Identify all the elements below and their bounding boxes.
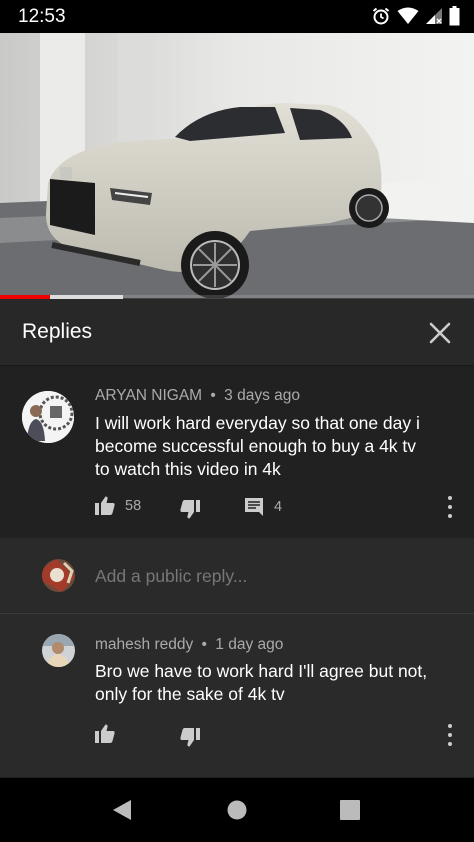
thumbs-down-icon (180, 500, 200, 519)
reply-author[interactable]: mahesh reddy (95, 636, 193, 653)
video-thumbnail (0, 33, 474, 298)
status-icons (371, 5, 460, 27)
back-icon (113, 800, 131, 820)
comment-time[interactable]: 3 days ago (224, 387, 300, 404)
comment-icon (245, 498, 263, 516)
alarm-icon (372, 7, 390, 25)
reply-count: 4 (274, 499, 283, 515)
comment-text-line: to watch this video in 4k (95, 459, 281, 479)
reply-input-row: Add a public reply... (0, 538, 474, 614)
status-bar: 12:53 (0, 0, 474, 33)
dislike-button[interactable] (180, 728, 200, 747)
reply-input[interactable]: Add a public reply... (95, 566, 247, 587)
meta-separator: • (201, 636, 207, 653)
meta-separator: • (210, 387, 216, 404)
view-replies-button[interactable]: 4 (244, 497, 282, 517)
dislike-button[interactable] (180, 500, 200, 519)
thumbs-up-icon (95, 724, 115, 743)
video-player[interactable] (0, 33, 474, 298)
comment-author[interactable]: ARYAN NIGAM (95, 387, 202, 404)
comment-text-line: become successful enough to buy a 4k tv (95, 436, 417, 456)
avatar-image (22, 391, 74, 443)
like-button[interactable] (95, 724, 115, 743)
recents-button[interactable] (340, 800, 360, 825)
more-vert-icon (448, 496, 452, 500)
replies-header: Replies (0, 299, 474, 366)
avatar[interactable] (42, 634, 75, 667)
reply-comment: mahesh reddy • 1 day ago Bro we have to … (0, 614, 474, 777)
close-icon (429, 322, 451, 344)
comment-text-line: I will work hard everyday so that one da… (95, 413, 420, 433)
replies-title: Replies (22, 320, 93, 343)
signal-icon (426, 8, 442, 24)
reply-avatar-image (42, 634, 75, 667)
home-icon (227, 800, 247, 820)
like-count: 58 (125, 497, 142, 514)
comment-menu-button[interactable] (446, 496, 454, 518)
thumbs-down-icon (180, 728, 200, 747)
avatar[interactable] (22, 391, 74, 443)
reply-menu-button[interactable] (446, 724, 454, 746)
like-button[interactable]: 58 (95, 496, 141, 515)
reply-meta: mahesh reddy • 1 day ago (95, 636, 283, 654)
thumbs-up-icon (95, 496, 115, 515)
reply-text-line: only for the sake of 4k tv (95, 684, 285, 704)
parent-comment: ARYAN NIGAM • 3 days ago I will work har… (0, 366, 474, 538)
wifi-icon (397, 7, 419, 24)
status-time: 12:53 (18, 6, 66, 27)
comment-meta: ARYAN NIGAM • 3 days ago (95, 387, 300, 405)
back-button[interactable] (112, 799, 132, 826)
comment-text: I will work hard everyday so that one da… (95, 412, 420, 481)
user-avatar-image (42, 559, 75, 592)
reply-time[interactable]: 1 day ago (215, 636, 283, 653)
home-button[interactable] (226, 799, 248, 826)
battery-icon (449, 6, 460, 26)
close-button[interactable] (424, 317, 456, 349)
recents-icon (340, 800, 360, 820)
system-nav-bar (0, 778, 474, 842)
reply-text: Bro we have to work hard I'll agree but … (95, 660, 427, 706)
avatar (42, 559, 75, 592)
reply-text-line: Bro we have to work hard I'll agree but … (95, 661, 428, 681)
more-vert-icon (448, 724, 452, 728)
